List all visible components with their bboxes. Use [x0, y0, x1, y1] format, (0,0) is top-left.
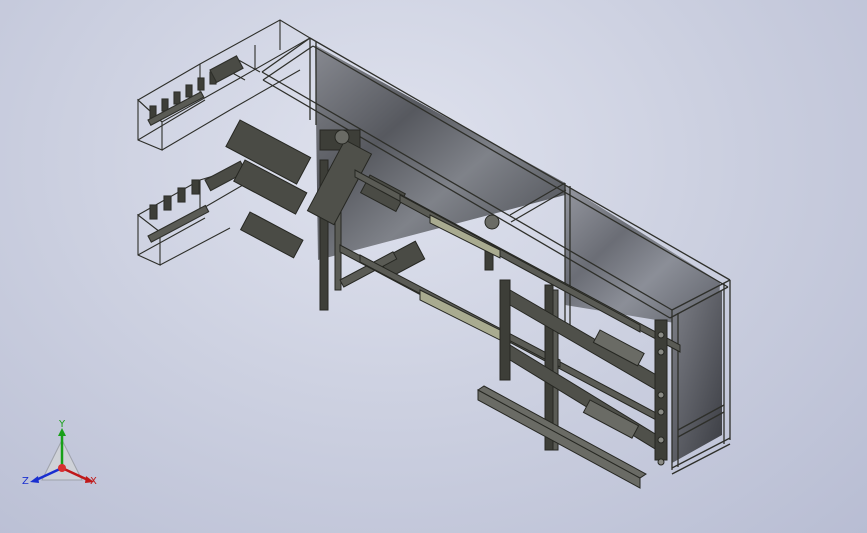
axis-x-label: X — [90, 476, 97, 487]
triad-origin — [58, 464, 66, 472]
axis-y-label: Y — [59, 419, 66, 430]
triad-graphic — [30, 428, 94, 483]
axis-z-label: Z — [22, 476, 29, 487]
coordinate-triad: Y Z X — [22, 420, 112, 500]
graphics-viewport[interactable]: Y Z X — [0, 0, 867, 533]
z-axis-arrowhead — [30, 476, 39, 483]
assembly-model[interactable] — [0, 0, 867, 533]
